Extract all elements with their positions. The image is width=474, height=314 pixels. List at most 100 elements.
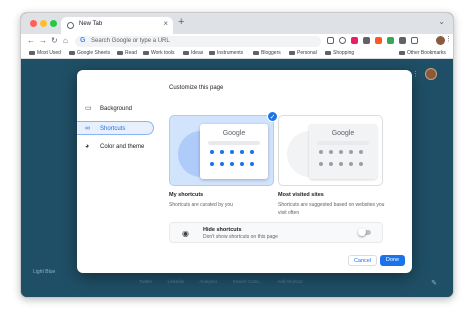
shortcut-label[interactable]: Search Cons...: [233, 279, 263, 284]
dot: [250, 150, 254, 154]
page-profile-avatar[interactable]: [425, 68, 437, 80]
dot: [339, 162, 343, 166]
dot: [220, 150, 224, 154]
folder-icon: [183, 50, 189, 55]
google-g-icon: G: [80, 37, 86, 44]
bookmark-folder[interactable]: Google Sheets: [69, 50, 110, 56]
selected-check-icon: ✓: [267, 111, 278, 122]
reload-button[interactable]: ↻: [51, 36, 58, 45]
folder-icon: [29, 50, 35, 55]
extension-2-icon[interactable]: [363, 37, 370, 44]
home-button[interactable]: ⌂: [63, 36, 68, 45]
dot: [329, 150, 333, 154]
tab-strip: New Tab × + ⌄: [21, 13, 453, 34]
most-visited-card[interactable]: Google: [278, 115, 383, 186]
tab-title: New Tab: [79, 21, 103, 27]
bookmark-folder[interactable]: Ideas: [183, 50, 203, 56]
bookmark-folder[interactable]: Read: [117, 50, 137, 56]
toggle-knob: [358, 228, 366, 236]
menu-kebab-icon[interactable]: ⋮: [445, 35, 452, 43]
bookmark-folder[interactable]: Instruments: [209, 50, 243, 56]
search-bar-preview: [208, 141, 260, 145]
tab-close-icon[interactable]: ×: [163, 19, 168, 28]
forward-button[interactable]: →: [39, 36, 47, 45]
shortcut-dots-preview: [210, 150, 260, 166]
done-button[interactable]: Done: [380, 255, 405, 266]
shortcut-label[interactable]: Linkedin: [168, 279, 185, 284]
my-shortcuts-card[interactable]: Google ✓: [169, 111, 278, 186]
shortcut-label[interactable]: Add shortcut: [277, 279, 302, 284]
bookmark-star-icon[interactable]: [339, 37, 346, 44]
dot: [349, 162, 353, 166]
close-window-button[interactable]: [30, 20, 37, 27]
dot: [329, 162, 333, 166]
tab-search-chevron-icon[interactable]: ⌄: [438, 17, 445, 26]
dot: [359, 162, 363, 166]
bookmark-folder[interactable]: Bloggers: [253, 50, 281, 56]
folder-icon: [117, 50, 123, 55]
dot: [230, 162, 234, 166]
dialog-title: Customize this page: [169, 85, 224, 91]
folder-icon: [253, 50, 259, 55]
dot: [250, 162, 254, 166]
hide-shortcuts-row: ◉ Hide shortcuts Don't show shortcuts on…: [169, 222, 383, 243]
sidebar-item-label: Shortcuts: [100, 126, 126, 132]
extension-1-icon[interactable]: [351, 37, 358, 44]
shortcut-label[interactable]: Twitter: [139, 279, 152, 284]
image-icon: ▭: [85, 105, 92, 112]
new-tab-button[interactable]: +: [178, 16, 184, 28]
address-bar-placeholder: Search Google or type a URL: [91, 38, 170, 44]
sidebar-item-label: Background: [100, 106, 133, 112]
bookmark-folder[interactable]: Shopping: [325, 50, 354, 56]
hide-shortcuts-desc: Don't show shortcuts on this page: [203, 234, 278, 240]
dot: [230, 150, 234, 154]
dot: [339, 150, 343, 154]
most-visited-title: Most visited sites: [278, 192, 324, 198]
side-panel-icon[interactable]: [411, 37, 418, 44]
dot: [319, 162, 323, 166]
dot: [359, 150, 363, 154]
hide-shortcuts-toggle[interactable]: [358, 228, 371, 236]
ntp-preview: Google: [309, 124, 377, 179]
minimize-window-button[interactable]: [40, 20, 47, 27]
extension-4-icon[interactable]: [387, 37, 394, 44]
hide-shortcuts-title: Hide shortcuts: [203, 227, 242, 233]
maximize-window-button[interactable]: [50, 20, 57, 27]
extension-3-icon[interactable]: [375, 37, 382, 44]
dot: [220, 162, 224, 166]
shortcut-dots-preview: [319, 150, 369, 166]
bookmark-folder[interactable]: Work tools: [143, 50, 175, 56]
google-logo-preview: Google: [331, 130, 355, 137]
cancel-button[interactable]: Cancel: [348, 255, 377, 266]
bookmark-other-folder[interactable]: Other Bookmarks: [399, 50, 446, 56]
bookmark-folder[interactable]: Personal: [289, 50, 317, 56]
browser-window: New Tab × + ⌄ ← → ↻ ⌂ G Search Google or…: [20, 12, 454, 298]
address-bar[interactable]: G Search Google or type a URL: [75, 36, 321, 47]
share-icon[interactable]: [327, 37, 334, 44]
bookmark-folder[interactable]: Most Used: [29, 50, 61, 56]
sidebar-item-background[interactable]: ▭ Background: [77, 102, 154, 116]
search-bar-preview: [317, 141, 369, 145]
dot: [349, 150, 353, 154]
bookmarks-bar: Most Used Google Sheets Read Work tools …: [21, 49, 453, 59]
profile-avatar[interactable]: [436, 36, 445, 45]
chrome-favicon-icon: [67, 22, 74, 29]
google-logo-preview: Google: [222, 130, 246, 137]
shortcut-row: Twitter Linkedin Analytics Search Cons..…: [139, 279, 317, 284]
shortcut-label[interactable]: Analytics: [199, 279, 217, 284]
customize-pencil-icon[interactable]: ✎: [431, 279, 437, 287]
back-button[interactable]: ←: [27, 36, 35, 45]
folder-icon: [69, 50, 75, 55]
eye-off-icon: ◉: [182, 229, 189, 238]
sidebar-item-color-theme[interactable]: ◕ Color and theme: [77, 140, 154, 154]
folder-icon: [399, 50, 405, 55]
folder-icon: [325, 50, 331, 55]
folder-icon: [289, 50, 295, 55]
sidebar-item-shortcuts[interactable]: ∞ Shortcuts: [77, 121, 154, 135]
most-visited-desc: Shortcuts are suggested based on website…: [278, 202, 385, 216]
dot: [210, 150, 214, 154]
extensions-puzzle-icon[interactable]: [399, 37, 406, 44]
tab-new-tab[interactable]: New Tab ×: [61, 17, 173, 34]
dot: [210, 162, 214, 166]
customize-dialog: Customize this page ▭ Background ∞ Short…: [77, 70, 412, 273]
